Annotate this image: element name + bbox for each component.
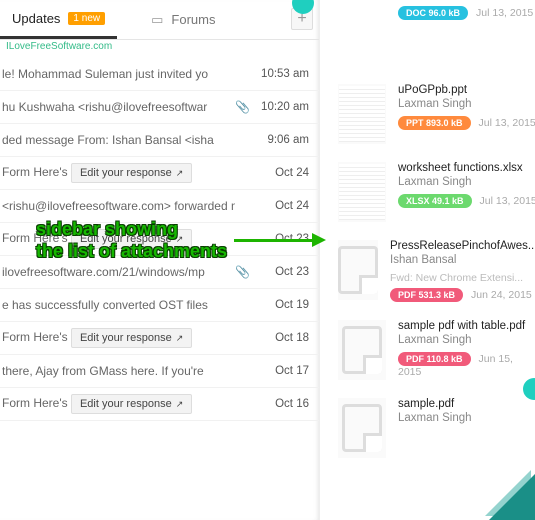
attachment-clip-icon: 📎 bbox=[235, 100, 249, 114]
attachment-meta: sample.pdf Laxman Singh bbox=[398, 398, 535, 458]
email-snippet: there, Ajay from GMass here. If you're bbox=[0, 364, 235, 378]
email-snippet: hu Kushwaha <rishu@ilovefreesoftwar bbox=[0, 100, 235, 114]
new-badge: 1 new bbox=[68, 12, 105, 25]
email-date: Oct 16 bbox=[249, 398, 309, 410]
filetype-pill: PDF 110.8 kB bbox=[398, 352, 471, 366]
attachment-meta: worksheet functions.xlsx Laxman Singh XLSX… bbox=[398, 162, 535, 222]
email-row[interactable]: e has successfully converted OST files Oc… bbox=[0, 289, 319, 322]
email-row[interactable]: hu Kushwaha <rishu@ilovefreesoftwar📎10:2… bbox=[0, 91, 319, 124]
email-snippet: le! Mohammad Suleman just invited yo bbox=[0, 67, 235, 81]
attachment-date: Jun 24, 2015 bbox=[471, 289, 532, 301]
attachment-thumb bbox=[338, 6, 386, 66]
attachment-thumb bbox=[338, 320, 386, 380]
attachment-meta: PressReleasePinchofAwes... Ishan Bansal Fw… bbox=[390, 240, 535, 302]
attachment-subject: Fwd: New Chrome Extensi... bbox=[390, 272, 535, 284]
attachment-thumb bbox=[338, 240, 378, 300]
email-date: 10:20 am bbox=[249, 101, 309, 113]
attachment-date: Jul 13, 2015 bbox=[476, 7, 533, 19]
attachment-clip-icon: 📎 bbox=[235, 265, 249, 279]
attachment-name: worksheet functions.xlsx bbox=[398, 162, 535, 174]
annotation-text: sidebar showing the list of attachments bbox=[36, 218, 227, 262]
attachment-name: PressReleasePinchofAwes... bbox=[390, 240, 535, 252]
email-date: Oct 18 bbox=[249, 332, 309, 344]
filetype-pill: PDF 531.3 kB bbox=[390, 288, 463, 302]
email-row[interactable]: there, Ajay from GMass here. If you're Oc… bbox=[0, 355, 319, 388]
filetype-pill: XLSX 49.1 kB bbox=[398, 194, 472, 208]
filetype-pill: DOC 96.0 kB bbox=[398, 6, 468, 20]
edit-response-button[interactable]: Edit your response↗ bbox=[71, 394, 192, 414]
edit-response-button[interactable]: Edit your response↗ bbox=[71, 163, 192, 183]
tab-sublabel: ILoveFreeSoftware.com bbox=[6, 40, 112, 53]
attachment-item[interactable]: sample pdf with table.pdf Laxman Singh PDF… bbox=[338, 320, 535, 380]
attachment-item[interactable]: uPoGPpb.ppt Laxman Singh PPT 893.0 kB Jul 1… bbox=[338, 84, 535, 144]
email-date: Oct 24 bbox=[249, 167, 309, 179]
attachment-thumb bbox=[338, 84, 386, 144]
attachment-author: Laxman Singh bbox=[398, 412, 535, 424]
tab-label: Updates bbox=[12, 11, 60, 26]
tab-label: Forums bbox=[171, 12, 215, 27]
filetype-pill: PPT 893.0 kB bbox=[398, 116, 471, 130]
attachment-meta: sample pdf with table.pdf Laxman Singh PDF… bbox=[398, 320, 535, 380]
attachment-item[interactable]: DOC 96.0 kB Jul 13, 2015 bbox=[338, 6, 535, 66]
forums-icon: ▭ bbox=[151, 12, 163, 28]
attachment-author: Ishan Bansal bbox=[390, 254, 535, 266]
attachment-item[interactable]: worksheet functions.xlsx Laxman Singh XLSX… bbox=[338, 162, 535, 222]
email-row[interactable]: ded message From: Ishan Bansal <isha 9:06… bbox=[0, 124, 319, 157]
edit-response-button[interactable]: Edit your response↗ bbox=[71, 328, 192, 348]
email-date: Oct 19 bbox=[249, 299, 309, 311]
tab-forums[interactable]: ▭ Forums bbox=[139, 0, 227, 39]
email-row[interactable]: le! Mohammad Suleman just invited yo 10:5… bbox=[0, 58, 319, 91]
attachment-author: Laxman Singh bbox=[398, 98, 535, 110]
email-snippet: <rishu@ilovefreesoftware.com> forwarded … bbox=[0, 199, 235, 213]
attachment-date: Jul 13, 2015 bbox=[479, 117, 535, 129]
attachment-thumb bbox=[338, 162, 386, 222]
attachment-name: uPoGPpb.ppt bbox=[398, 84, 535, 96]
email-row[interactable]: Form Here's Edit your response↗ Oct 18 bbox=[0, 322, 319, 355]
attachment-name: sample.pdf bbox=[398, 398, 535, 410]
email-snippet: Form Here's Edit your response↗ bbox=[0, 163, 235, 183]
attachment-author: Laxman Singh bbox=[398, 176, 535, 188]
attachment-meta: DOC 96.0 kB Jul 13, 2015 bbox=[398, 6, 535, 66]
email-snippet: Form Here's Edit your response↗ bbox=[0, 328, 235, 348]
annotation-arrow bbox=[234, 234, 324, 246]
attachment-item[interactable]: sample.pdf Laxman Singh bbox=[338, 398, 535, 458]
attachment-name: sample pdf with table.pdf bbox=[398, 320, 535, 332]
email-snippet: Form Here's Edit your response↗ bbox=[0, 394, 235, 414]
attachment-meta: uPoGPpb.ppt Laxman Singh PPT 893.0 kB Jul 1… bbox=[398, 84, 535, 144]
attachment-thumb bbox=[338, 398, 386, 458]
tab-updates[interactable]: Updates 1 new bbox=[0, 0, 117, 39]
email-snippet: ilovefreesoftware.com/21/windows/mp bbox=[0, 265, 235, 279]
attachment-author: Laxman Singh bbox=[398, 334, 535, 346]
email-date: Oct 23 bbox=[249, 266, 309, 278]
attachment-date: Jul 13, 2015 bbox=[480, 195, 535, 207]
category-tabs: Updates 1 new ▭ Forums + bbox=[0, 0, 319, 40]
email-date: Oct 24 bbox=[249, 200, 309, 212]
email-snippet: e has successfully converted OST files bbox=[0, 298, 235, 312]
attachment-item[interactable]: PressReleasePinchofAwes... Ishan Bansal Fw… bbox=[338, 240, 535, 302]
decor-corner-icon bbox=[489, 474, 535, 520]
email-date: 10:53 am bbox=[249, 68, 309, 80]
email-row[interactable]: Form Here's Edit your response↗ Oct 16 bbox=[0, 388, 319, 421]
email-date: Oct 17 bbox=[249, 365, 309, 377]
email-date: 9:06 am bbox=[249, 134, 309, 146]
email-row[interactable]: Form Here's Edit your response↗ Oct 24 bbox=[0, 157, 319, 190]
email-snippet: ded message From: Ishan Bansal <isha bbox=[0, 133, 235, 147]
attachments-sidebar: DOC 96.0 kB Jul 13, 2015 uPoGPpb.ppt Laxman… bbox=[320, 0, 535, 520]
